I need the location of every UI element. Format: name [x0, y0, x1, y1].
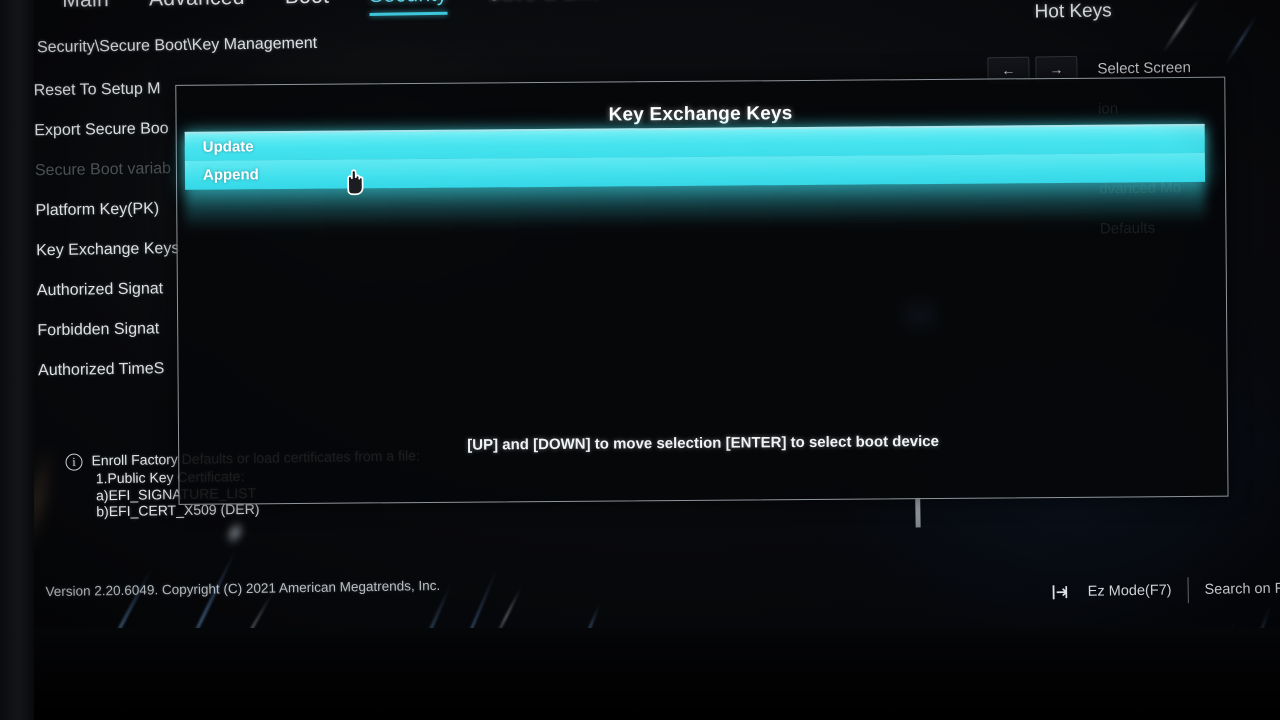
tab-boot[interactable]: Boot — [285, 0, 330, 17]
dialog-option-label: Append — [202, 166, 259, 184]
breadcrumb: ← Security\Secure Boot\Key Management — [9, 34, 318, 59]
sidebar-item-label: Reset To Setup M — [33, 80, 161, 100]
tab-security[interactable]: Security — [369, 0, 448, 16]
version-copyright: Version 2.20.6049. Copyright (C) 2021 Am… — [45, 577, 441, 600]
key-exchange-keys-dialog: Key Exchange Keys Update Append [UP] and … — [175, 76, 1229, 505]
ez-mode-icon — [1052, 584, 1072, 600]
sidebar-item-label: Secure Boot variab — [34, 160, 172, 180]
dialog-option-label: Update — [202, 138, 254, 156]
hotkey-label: Select Screen — [1097, 58, 1191, 78]
bios-screen: Main Advanced Boot Security Save & Exit ← Se… — [0, 0, 1280, 664]
chevron-right-icon: ▶ — [13, 325, 22, 338]
sidebar-item-label: Export Secure Boo — [34, 120, 169, 140]
tab-save-exit[interactable]: Save & Exit — [487, 0, 599, 14]
dialog-option-list: Update Append — [184, 123, 1206, 190]
sidebar-item-label: Authorized Signat — [36, 280, 164, 300]
dialog-hint-text: [UP] and [DOWN] to move selection [ENTER… — [467, 432, 940, 454]
bottom-divider — [1187, 577, 1189, 604]
glare-spot — [934, 688, 960, 714]
bottom-action-bar: Ez Mode(F7) Search on FAQ — [1052, 575, 1280, 605]
back-arrow-icon[interactable]: ← — [9, 38, 27, 58]
chevron-right-icon: ▶ — [11, 206, 20, 218]
chevron-right-icon: ▶ — [12, 246, 20, 258]
sidebar-item-label: Authorized TimeS — [37, 360, 165, 380]
chevron-right-icon: ▶ — [10, 126, 19, 138]
tab-advanced[interactable]: Advanced — [149, 0, 245, 19]
ez-mode-button[interactable]: Ez Mode(F7) — [1088, 582, 1172, 599]
chevron-right-icon: ▶ — [12, 285, 21, 298]
photographed-monitor: Main Advanced Boot Security Save & Exit ← Se… — [0, 0, 1280, 720]
sidebar-item-label: Platform Key(PK) — [35, 200, 160, 220]
text-caret-artifact — [915, 497, 921, 528]
info-icon: i — [65, 453, 83, 472]
breadcrumb-path: Security\Secure Boot\Key Management — [36, 34, 318, 57]
sidebar-item-label: Key Exchange Keys — [36, 239, 180, 260]
search-faq-button[interactable]: Search on FAQ — [1204, 580, 1280, 598]
tab-main[interactable]: Main — [62, 0, 109, 21]
chevron-right-icon: ▶ — [9, 86, 18, 98]
sidebar-item-label: Forbidden Signat — [37, 320, 160, 340]
chevron-right-icon: ▶ — [14, 365, 22, 378]
